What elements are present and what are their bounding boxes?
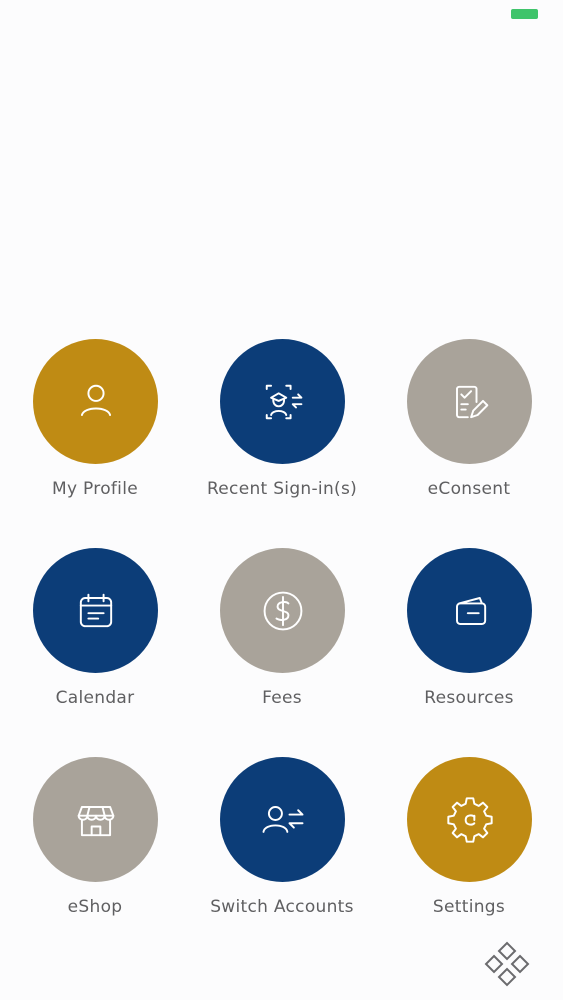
menu-item-circle[interactable] bbox=[33, 757, 158, 882]
menu-item-fees[interactable]: Fees bbox=[197, 548, 367, 738]
gear-icon bbox=[446, 796, 493, 843]
menu-item-label: Calendar bbox=[55, 688, 135, 708]
menu-item-label: eConsent bbox=[427, 479, 511, 499]
wallet-icon bbox=[455, 596, 486, 625]
face-scan-swap-icon bbox=[265, 384, 302, 419]
menu-item-circle[interactable] bbox=[220, 757, 345, 882]
menu-item-circle[interactable] bbox=[407, 339, 532, 464]
menu-item-recent-sign-ins[interactable]: Recent Sign-in(s) bbox=[197, 339, 367, 529]
menu-item-label: Resources bbox=[424, 688, 514, 708]
menu-item-eshop[interactable]: eShop bbox=[10, 757, 180, 947]
storefront-icon bbox=[77, 805, 114, 836]
battery-icon bbox=[511, 9, 538, 19]
user-switch-icon bbox=[262, 805, 303, 833]
menu-item-circle[interactable] bbox=[220, 339, 345, 464]
menu-item-circle[interactable] bbox=[33, 339, 158, 464]
menu-item-circle[interactable] bbox=[33, 548, 158, 673]
menu-item-circle[interactable] bbox=[407, 757, 532, 882]
menu-item-label: My Profile bbox=[52, 479, 138, 499]
menu-item-label: Switch Accounts bbox=[210, 897, 354, 917]
user-icon bbox=[80, 384, 111, 416]
menu-item-settings[interactable]: Settings bbox=[384, 757, 554, 947]
menu-item-label: Recent Sign-in(s) bbox=[206, 479, 358, 499]
calendar-icon bbox=[79, 593, 112, 627]
status-bar bbox=[0, 0, 563, 30]
menu-item-label: Fees bbox=[262, 688, 302, 708]
menu-item-circle[interactable] bbox=[220, 548, 345, 673]
diamond-logo-icon bbox=[482, 940, 532, 990]
menu-item-resources[interactable]: Resources bbox=[384, 548, 554, 738]
menu-item-calendar[interactable]: Calendar bbox=[10, 548, 180, 738]
clipboard-edit-icon bbox=[455, 385, 488, 418]
dollar-icon bbox=[263, 591, 302, 630]
menu-item-label: Settings bbox=[432, 897, 506, 917]
menu-item-my-profile[interactable]: My Profile bbox=[10, 339, 180, 529]
menu-item-label: eShop bbox=[67, 897, 123, 917]
menu-item-switch-accounts[interactable]: Switch Accounts bbox=[197, 757, 367, 947]
menu-item-econsent[interactable]: eConsent bbox=[384, 339, 554, 529]
menu-item-circle[interactable] bbox=[407, 548, 532, 673]
